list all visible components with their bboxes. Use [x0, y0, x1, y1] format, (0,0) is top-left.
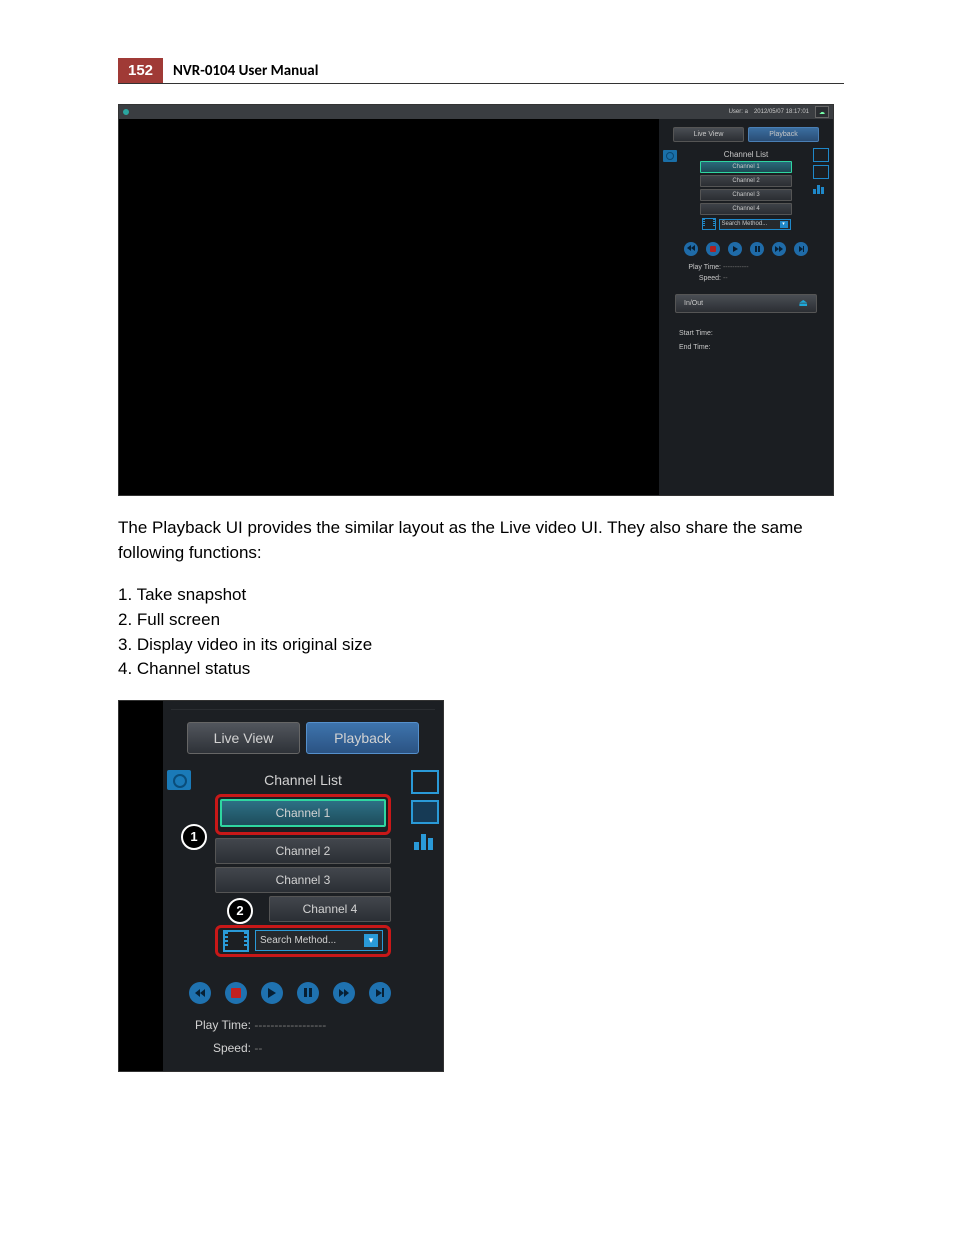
- cloud-icon[interactable]: ☁: [815, 106, 829, 118]
- highlight-box-channel1: Channel 1: [215, 794, 391, 835]
- speed-label: Speed:: [675, 273, 721, 284]
- video-viewport[interactable]: [119, 119, 659, 495]
- speed-label: Speed:: [183, 1037, 251, 1060]
- play-button[interactable]: [728, 242, 742, 256]
- dropdown-arrow-icon: ▾: [780, 221, 788, 228]
- snapshot-camera-icon[interactable]: [167, 770, 191, 790]
- film-icon[interactable]: [702, 218, 716, 230]
- speed-value: --: [254, 1041, 262, 1055]
- datetime-label: 2012/05/07 18:17:01: [754, 109, 809, 115]
- highlight-box-search: Search Method... ▾: [215, 925, 391, 957]
- rewind-button[interactable]: [189, 982, 211, 1004]
- user-label: User: a: [729, 109, 748, 115]
- layout-single-icon[interactable]: [411, 770, 439, 794]
- end-time-label: End Time:: [679, 341, 813, 355]
- channel-item[interactable]: Channel 3: [215, 867, 391, 893]
- status-dot-icon: [123, 109, 129, 115]
- rewind-button[interactable]: [684, 242, 698, 256]
- list-item: 4. Channel status: [118, 657, 844, 682]
- export-icon[interactable]: ⏏: [799, 298, 808, 309]
- stop-button[interactable]: [706, 242, 720, 256]
- fast-forward-button[interactable]: [772, 242, 786, 256]
- function-list: 1. Take snapshot 2. Full screen 3. Displ…: [118, 583, 844, 682]
- video-edge: [119, 701, 163, 1071]
- playtime-label: Play Time:: [675, 262, 721, 273]
- skip-next-button[interactable]: [794, 242, 808, 256]
- channel-status-icon[interactable]: [411, 830, 435, 850]
- page-header: 152 NVR-0104 User Manual: [118, 58, 844, 84]
- channel-item[interactable]: Channel 2: [215, 838, 391, 864]
- callout-2: 2: [227, 898, 253, 924]
- body-paragraph: The Playback UI provides the similar lay…: [118, 516, 844, 565]
- top-ruler: [171, 701, 435, 710]
- snapshot-camera-icon[interactable]: [663, 150, 677, 162]
- search-method-dropdown[interactable]: Search Method... ▾: [719, 219, 791, 230]
- stop-button[interactable]: [225, 982, 247, 1004]
- playtime-label: Play Time:: [183, 1014, 251, 1037]
- manual-title: NVR-0104 User Manual: [163, 62, 318, 80]
- app-titlebar: User: a 2012/05/07 18:17:01 ☁: [119, 105, 833, 119]
- layout-single-alt-icon[interactable]: [813, 165, 829, 179]
- film-icon[interactable]: [223, 930, 249, 952]
- list-item: 1. Take snapshot: [118, 583, 844, 608]
- side-panel: Live View Playback Channel List Channel: [659, 119, 833, 495]
- start-time-label: Start Time:: [679, 327, 813, 341]
- screenshot-panel-zoom: Live View Playback Channel List 1 Channe…: [118, 700, 444, 1072]
- pause-button[interactable]: [750, 242, 764, 256]
- channel-item[interactable]: Channel 2: [700, 175, 792, 187]
- in-out-label: In/Out: [684, 300, 703, 307]
- speed-value: --: [723, 275, 728, 282]
- channel-item[interactable]: Channel 1: [700, 161, 792, 173]
- channel-item[interactable]: Channel 1: [220, 799, 386, 827]
- in-out-button[interactable]: In/Out ⏏: [675, 294, 817, 313]
- channel-item[interactable]: Channel 3: [700, 189, 792, 201]
- dropdown-arrow-icon: ▾: [364, 934, 378, 947]
- tab-live-view[interactable]: Live View: [187, 722, 300, 754]
- play-button[interactable]: [261, 982, 283, 1004]
- page-number: 152: [118, 58, 163, 83]
- tab-playback[interactable]: Playback: [306, 722, 419, 754]
- screenshot-playback-full: User: a 2012/05/07 18:17:01 ☁ Live View …: [118, 104, 834, 496]
- layout-single-icon[interactable]: [813, 148, 829, 162]
- search-method-dropdown[interactable]: Search Method... ▾: [255, 930, 383, 951]
- callout-1: 1: [181, 824, 207, 850]
- channel-item[interactable]: Channel 4: [700, 203, 792, 215]
- channel-list-title: Channel List: [171, 772, 435, 788]
- fast-forward-button[interactable]: [333, 982, 355, 1004]
- search-method-label: Search Method...: [260, 935, 336, 946]
- list-item: 3. Display video in its original size: [118, 633, 844, 658]
- layout-single-alt-icon[interactable]: [411, 800, 439, 824]
- list-item: 2. Full screen: [118, 608, 844, 633]
- skip-next-button[interactable]: [369, 982, 391, 1004]
- channel-list-title: Channel List: [665, 150, 827, 159]
- channel-status-icon[interactable]: [813, 182, 827, 194]
- pause-button[interactable]: [297, 982, 319, 1004]
- search-method-label: Search Method...: [722, 221, 768, 227]
- tab-live-view[interactable]: Live View: [673, 127, 744, 142]
- playtime-value: -----------: [723, 264, 749, 271]
- channel-item[interactable]: Channel 4: [269, 896, 391, 922]
- playtime-value: ------------------: [254, 1018, 326, 1032]
- tab-playback[interactable]: Playback: [748, 127, 819, 142]
